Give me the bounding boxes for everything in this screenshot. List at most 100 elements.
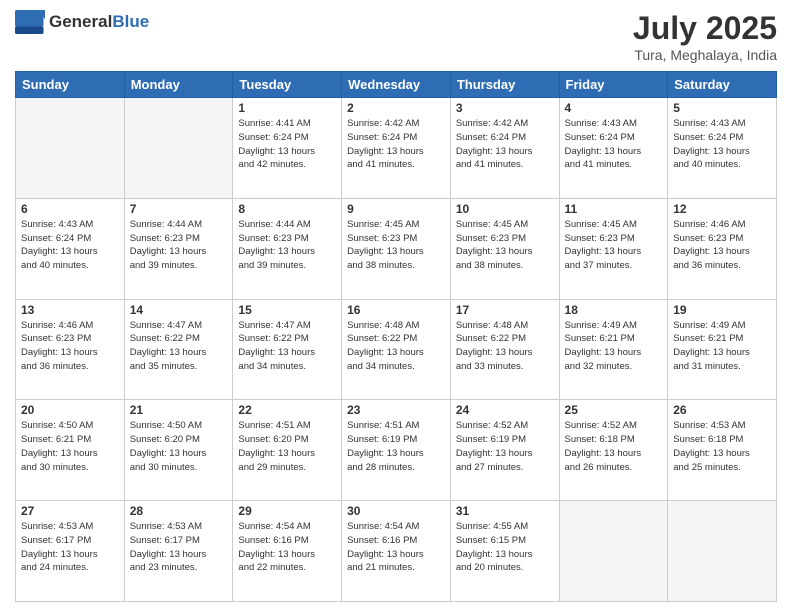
day-info: Sunrise: 4:53 AMSunset: 6:18 PMDaylight:… <box>673 419 771 474</box>
day-number: 18 <box>565 303 663 317</box>
table-row: 17 Sunrise: 4:48 AMSunset: 6:22 PMDayligh… <box>450 299 559 400</box>
day-number: 10 <box>456 202 554 216</box>
table-row: 1 Sunrise: 4:41 AMSunset: 6:24 PMDaylight… <box>233 98 342 199</box>
col-tuesday: Tuesday <box>233 72 342 98</box>
table-row: 13 Sunrise: 4:46 AMSunset: 6:23 PMDayligh… <box>16 299 125 400</box>
day-number: 5 <box>673 101 771 115</box>
header: GeneralBlue July 2025 Tura, Meghalaya, I… <box>15 10 777 63</box>
day-number: 25 <box>565 403 663 417</box>
day-info: Sunrise: 4:52 AMSunset: 6:19 PMDaylight:… <box>456 419 554 474</box>
table-row: 31Sunrise: 4:55 AMSunset: 6:15 PMDayligh… <box>450 501 559 602</box>
day-info: Sunrise: 4:45 AMSunset: 6:23 PMDaylight:… <box>456 218 554 273</box>
col-wednesday: Wednesday <box>342 72 451 98</box>
table-row: 22Sunrise: 4:51 AMSunset: 6:20 PMDayligh… <box>233 400 342 501</box>
calendar-week-row: 20Sunrise: 4:50 AMSunset: 6:21 PMDayligh… <box>16 400 777 501</box>
table-row: 16Sunrise: 4:48 AMSunset: 6:22 PMDayligh… <box>342 299 451 400</box>
day-info: Sunrise: 4:49 AMSunset: 6:21 PMDaylight:… <box>673 319 771 374</box>
day-info: Sunrise: 4:41 AMSunset: 6:24 PMDaylight:… <box>238 117 336 172</box>
day-info: Sunrise: 4:53 AMSunset: 6:17 PMDaylight:… <box>21 520 119 575</box>
table-row: 25 Sunrise: 4:52 AMSunset: 6:18 PMDayligh… <box>559 400 668 501</box>
day-number: 17 <box>456 303 554 317</box>
day-info: Sunrise: 4:43 AMSunset: 6:24 PMDaylight:… <box>565 117 663 172</box>
day-info: Sunrise: 4:48 AMSunset: 6:22 PMDaylight:… <box>456 319 554 374</box>
day-number: 16 <box>347 303 445 317</box>
logo-icon <box>15 10 45 34</box>
day-number: 14 <box>130 303 228 317</box>
day-info: Sunrise: 4:50 AMSunset: 6:20 PMDaylight:… <box>130 419 228 474</box>
table-row: 23 Sunrise: 4:51 AMSunset: 6:19 PMDayligh… <box>342 400 451 501</box>
col-monday: Monday <box>124 72 233 98</box>
day-number: 30 <box>347 504 445 518</box>
logo-general: General <box>49 12 112 31</box>
day-number: 27 <box>21 504 119 518</box>
table-row: 30 Sunrise: 4:54 AMSunset: 6:16 PMDayligh… <box>342 501 451 602</box>
col-thursday: Thursday <box>450 72 559 98</box>
calendar-table: Sunday Monday Tuesday Wednesday Thursday… <box>15 71 777 602</box>
table-row: 21 Sunrise: 4:50 AMSunset: 6:20 PMDayligh… <box>124 400 233 501</box>
table-row: 2 Sunrise: 4:42 AMSunset: 6:24 PMDaylight… <box>342 98 451 199</box>
table-row: 24 Sunrise: 4:52 AMSunset: 6:19 PMDayligh… <box>450 400 559 501</box>
day-number: 12 <box>673 202 771 216</box>
table-row: 6Sunrise: 4:43 AMSunset: 6:24 PMDaylight… <box>16 198 125 299</box>
day-number: 29 <box>238 504 336 518</box>
table-row: 4 Sunrise: 4:43 AMSunset: 6:24 PMDaylight… <box>559 98 668 199</box>
calendar-week-row: 27 Sunrise: 4:53 AMSunset: 6:17 PMDayligh… <box>16 501 777 602</box>
day-number: 7 <box>130 202 228 216</box>
logo: GeneralBlue <box>15 10 149 34</box>
day-number: 13 <box>21 303 119 317</box>
day-number: 8 <box>238 202 336 216</box>
table-row: 9Sunrise: 4:45 AMSunset: 6:23 PMDaylight… <box>342 198 451 299</box>
table-row <box>16 98 125 199</box>
logo-text: GeneralBlue <box>49 13 149 32</box>
calendar-title: July 2025 <box>633 10 777 47</box>
calendar-week-row: 1 Sunrise: 4:41 AMSunset: 6:24 PMDaylight… <box>16 98 777 199</box>
day-info: Sunrise: 4:46 AMSunset: 6:23 PMDaylight:… <box>21 319 119 374</box>
calendar-week-row: 6Sunrise: 4:43 AMSunset: 6:24 PMDaylight… <box>16 198 777 299</box>
col-saturday: Saturday <box>668 72 777 98</box>
calendar-subtitle: Tura, Meghalaya, India <box>633 47 777 63</box>
title-block: July 2025 Tura, Meghalaya, India <box>633 10 777 63</box>
table-row: 7 Sunrise: 4:44 AMSunset: 6:23 PMDaylight… <box>124 198 233 299</box>
day-info: Sunrise: 4:53 AMSunset: 6:17 PMDaylight:… <box>130 520 228 575</box>
day-number: 11 <box>565 202 663 216</box>
col-sunday: Sunday <box>16 72 125 98</box>
table-row: 10 Sunrise: 4:45 AMSunset: 6:23 PMDayligh… <box>450 198 559 299</box>
day-number: 19 <box>673 303 771 317</box>
table-row <box>124 98 233 199</box>
logo-blue: Blue <box>112 12 149 31</box>
table-row: 5 Sunrise: 4:43 AMSunset: 6:24 PMDaylight… <box>668 98 777 199</box>
day-number: 21 <box>130 403 228 417</box>
table-row: 15Sunrise: 4:47 AMSunset: 6:22 PMDayligh… <box>233 299 342 400</box>
table-row: 14 Sunrise: 4:47 AMSunset: 6:22 PMDayligh… <box>124 299 233 400</box>
day-info: Sunrise: 4:44 AMSunset: 6:23 PMDaylight:… <box>238 218 336 273</box>
day-info: Sunrise: 4:45 AMSunset: 6:23 PMDaylight:… <box>565 218 663 273</box>
table-row: 8 Sunrise: 4:44 AMSunset: 6:23 PMDaylight… <box>233 198 342 299</box>
day-info: Sunrise: 4:52 AMSunset: 6:18 PMDaylight:… <box>565 419 663 474</box>
day-info: Sunrise: 4:47 AMSunset: 6:22 PMDaylight:… <box>130 319 228 374</box>
day-number: 3 <box>456 101 554 115</box>
table-row: 29Sunrise: 4:54 AMSunset: 6:16 PMDayligh… <box>233 501 342 602</box>
day-number: 22 <box>238 403 336 417</box>
day-number: 2 <box>347 101 445 115</box>
table-row: 18Sunrise: 4:49 AMSunset: 6:21 PMDayligh… <box>559 299 668 400</box>
day-info: Sunrise: 4:43 AMSunset: 6:24 PMDaylight:… <box>673 117 771 172</box>
day-info: Sunrise: 4:47 AMSunset: 6:22 PMDaylight:… <box>238 319 336 374</box>
day-info: Sunrise: 4:42 AMSunset: 6:24 PMDaylight:… <box>347 117 445 172</box>
day-number: 24 <box>456 403 554 417</box>
day-number: 31 <box>456 504 554 518</box>
table-row: 11 Sunrise: 4:45 AMSunset: 6:23 PMDayligh… <box>559 198 668 299</box>
day-number: 4 <box>565 101 663 115</box>
table-row: 3Sunrise: 4:42 AMSunset: 6:24 PMDaylight… <box>450 98 559 199</box>
day-info: Sunrise: 4:44 AMSunset: 6:23 PMDaylight:… <box>130 218 228 273</box>
day-number: 1 <box>238 101 336 115</box>
day-number: 26 <box>673 403 771 417</box>
page: GeneralBlue July 2025 Tura, Meghalaya, I… <box>0 0 792 612</box>
day-info: Sunrise: 4:51 AMSunset: 6:19 PMDaylight:… <box>347 419 445 474</box>
table-row <box>559 501 668 602</box>
calendar-week-row: 13 Sunrise: 4:46 AMSunset: 6:23 PMDayligh… <box>16 299 777 400</box>
day-number: 6 <box>21 202 119 216</box>
day-number: 23 <box>347 403 445 417</box>
day-info: Sunrise: 4:54 AMSunset: 6:16 PMDaylight:… <box>347 520 445 575</box>
table-row: 27 Sunrise: 4:53 AMSunset: 6:17 PMDayligh… <box>16 501 125 602</box>
table-row: 26 Sunrise: 4:53 AMSunset: 6:18 PMDayligh… <box>668 400 777 501</box>
